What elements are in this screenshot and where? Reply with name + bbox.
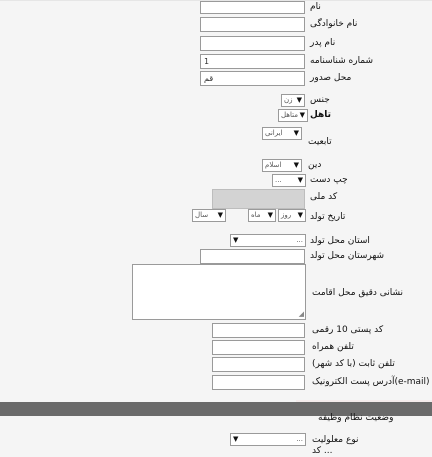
address-label: نشانی دقیق محل اقامت: [312, 288, 404, 298]
chevron-down-icon: ▼: [217, 211, 223, 219]
birth-province-value: ...: [296, 236, 303, 244]
last-name-field[interactable]: [200, 17, 305, 32]
religion-select[interactable]: اسلام ▼: [262, 159, 302, 172]
nationality-select[interactable]: ایرانی ▼: [262, 127, 302, 140]
birth-province-label: استان محل تولد: [310, 236, 370, 246]
chevron-down-icon: ▼: [233, 435, 239, 443]
disability-type-label: نوع معلولیت: [312, 435, 359, 445]
last-name-label: نام خانوادگی: [310, 19, 358, 29]
disability-type-select[interactable]: ▼ ...: [230, 433, 306, 446]
id-number-field[interactable]: 1: [200, 54, 305, 69]
disability-type-value: ...: [296, 435, 303, 443]
national-code-field[interactable]: [212, 189, 305, 209]
chevron-down-icon: ▼: [297, 211, 303, 219]
nationality-value: ایرانی: [265, 129, 283, 137]
chevron-down-icon: ▼: [296, 96, 302, 104]
address-textarea[interactable]: ◢: [132, 264, 306, 320]
postal-code-field[interactable]: [212, 323, 305, 338]
chevron-down-icon: ▼: [293, 129, 299, 137]
chevron-down-icon: ▼: [267, 211, 273, 219]
first-name-label: نام: [310, 2, 321, 12]
marital-value: متاهل: [281, 111, 298, 119]
gender-label: جنس: [310, 95, 330, 105]
birth-month-select[interactable]: ماه ▼: [248, 209, 276, 222]
gender-value: زن: [284, 96, 293, 104]
mobile-label: تلفن همراه: [312, 342, 354, 352]
email-label: آدرس پست الکترونیک(e-mail): [312, 377, 430, 387]
birth-year-select[interactable]: سال ▼: [192, 209, 226, 222]
birth-city-label: شهرستان محل تولد: [310, 251, 385, 261]
handedness-select[interactable]: ... ▼: [272, 174, 306, 187]
issue-place-label: محل صدور: [310, 73, 352, 83]
handedness-label: چپ دست: [310, 175, 348, 185]
birth-city-field[interactable]: [200, 249, 305, 264]
email-field[interactable]: [212, 375, 305, 390]
military-status-label: وضعیت نظام وظیفه: [318, 413, 394, 423]
birth-date-label: تاریخ تولد: [310, 212, 346, 222]
phone-field[interactable]: [212, 357, 305, 372]
first-name-field[interactable]: [200, 1, 305, 14]
resize-grip-icon[interactable]: ◢: [299, 311, 304, 318]
chevron-down-icon: ▼: [293, 161, 299, 169]
marital-select[interactable]: متاهل ▼: [278, 109, 308, 122]
mobile-field[interactable]: [212, 340, 305, 355]
birth-year-value: سال: [195, 211, 209, 219]
father-name-label: نام پدر: [310, 38, 336, 48]
cut-off-label: کد ...: [312, 446, 333, 456]
nationality-label: تابعیت: [308, 137, 332, 147]
chevron-down-icon: ▼: [233, 236, 239, 244]
national-code-label: کد ملی: [310, 192, 338, 202]
religion-value: اسلام: [265, 161, 282, 169]
father-name-field[interactable]: [200, 36, 305, 51]
id-number-label: شماره شناسنامه: [310, 56, 374, 66]
gender-select[interactable]: زن ▼: [281, 94, 305, 107]
birth-day-value: روز: [281, 211, 292, 219]
birth-month-value: ماه: [251, 211, 261, 219]
handedness-value: ...: [275, 176, 282, 184]
religion-label: دین: [308, 160, 322, 170]
chevron-down-icon: ▼: [297, 176, 303, 184]
marital-label: تاهل: [310, 110, 332, 120]
birth-day-select[interactable]: روز ▼: [278, 209, 306, 222]
chevron-down-icon: ▼: [299, 111, 305, 119]
birth-province-select[interactable]: ▼ ...: [230, 234, 306, 247]
phone-label: تلفن ثابت (با کد شهر): [312, 359, 395, 369]
issue-place-field[interactable]: قم: [200, 71, 305, 86]
postal-code-label: کد پستی 10 رقمی: [312, 325, 384, 335]
